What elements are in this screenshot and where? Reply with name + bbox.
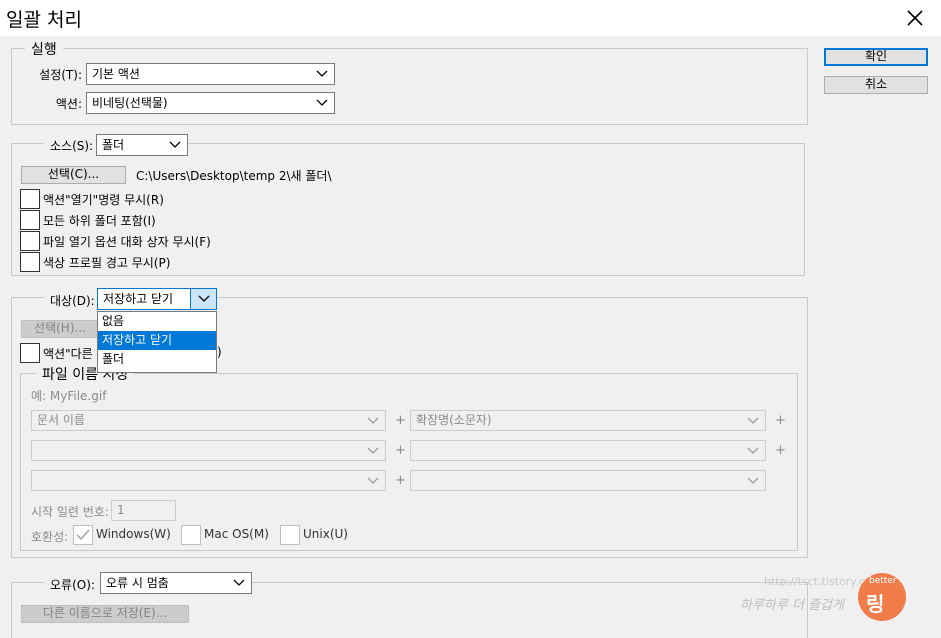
chevron-down-icon — [367, 477, 379, 484]
title-bar — [0, 0, 941, 36]
compat-mac-label: Mac OS(M) — [204, 527, 269, 541]
execute-legend: 실행 — [25, 39, 63, 59]
naming-dropdown-6[interactable] — [410, 470, 766, 491]
serial-label: 시작 일련 번호: — [31, 505, 109, 519]
suppress-color-warning-checkbox[interactable] — [20, 252, 40, 272]
ignore-open-label: 액션"열기"명령 무시(R) — [43, 193, 164, 207]
watermark-brand: better — [869, 576, 897, 586]
chevron-down-icon — [747, 417, 759, 424]
chevron-down-icon — [233, 579, 245, 586]
destination-choose-button[interactable]: 선택(H)... — [21, 320, 99, 338]
source-label: 소스(S): — [44, 137, 100, 154]
naming-dropdown-3[interactable] — [31, 440, 386, 461]
plus-sign: + — [395, 413, 406, 428]
source-choose-button[interactable]: 선택(C)... — [21, 166, 126, 184]
source-dropdown[interactable]: 폴더 — [96, 134, 188, 156]
errors-dropdown-value: 오류 시 멈춤 — [106, 576, 169, 590]
ok-button[interactable]: 확인 — [824, 48, 928, 66]
plus-sign: + — [395, 473, 406, 488]
chevron-down-icon — [747, 447, 759, 454]
dropdown-option-none[interactable]: 없음 — [98, 312, 216, 331]
action-dropdown-value: 비네팅(선택물) — [92, 96, 168, 110]
destination-dropdown-value: 저장하고 닫기 — [103, 292, 174, 306]
chevron-down-icon — [316, 70, 328, 77]
chevron-down-icon — [198, 295, 210, 302]
naming-dropdown-5[interactable] — [31, 470, 386, 491]
suppress-open-options-checkbox[interactable] — [20, 231, 40, 251]
set-dropdown[interactable]: 기본 액션 — [86, 63, 335, 85]
ignore-open-checkbox[interactable] — [20, 189, 40, 209]
chevron-down-icon — [316, 99, 328, 106]
watermark-logo-text: 링 — [866, 592, 885, 616]
override-save-checkbox[interactable] — [20, 343, 40, 363]
naming-dropdown-1[interactable]: 문서 이름 — [31, 410, 386, 431]
chevron-down-icon — [747, 477, 759, 484]
destination-label: 대상(D): — [44, 292, 101, 309]
include-subfolders-label: 모든 하위 폴더 포함(I) — [43, 214, 156, 228]
naming-dropdown-1-value: 문서 이름 — [37, 413, 85, 427]
destination-dropdown-button[interactable] — [190, 289, 216, 309]
plus-sign: + — [775, 443, 786, 458]
plus-sign: + — [395, 443, 406, 458]
chevron-down-icon — [367, 417, 379, 424]
destination-dropdown-list: 없음 저장하고 닫기 폴더 — [97, 311, 217, 373]
compat-unix-checkbox[interactable] — [280, 525, 300, 545]
include-subfolders-checkbox[interactable] — [20, 210, 40, 230]
compat-windows-checkbox[interactable] — [73, 525, 93, 545]
compat-unix-label: Unix(U) — [303, 527, 348, 541]
chevron-down-icon — [367, 447, 379, 454]
cancel-button[interactable]: 취소 — [824, 76, 928, 94]
serial-input[interactable]: 1 — [111, 500, 176, 521]
plus-sign: + — [775, 413, 786, 428]
close-icon[interactable] — [900, 3, 930, 33]
source-dropdown-value: 폴더 — [102, 138, 125, 152]
source-path: C:\Users\Desktop\temp 2\새 폴더\ — [136, 169, 332, 183]
errors-dropdown[interactable]: 오류 시 멈춤 — [100, 572, 252, 594]
save-as-button[interactable]: 다른 이름으로 저장(E)... — [21, 605, 189, 623]
naming-dropdown-2-value: 확장명(소문자) — [416, 413, 492, 427]
suppress-open-options-label: 파일 열기 옵션 대화 상자 무시(F) — [43, 235, 211, 249]
checkmark-icon — [76, 529, 90, 541]
file-naming-group — [20, 373, 798, 551]
set-dropdown-value: 기본 액션 — [92, 67, 140, 81]
compat-mac-checkbox[interactable] — [181, 525, 201, 545]
set-label: 설정(T): — [39, 68, 82, 82]
compat-label: 호환성: — [31, 530, 69, 544]
dropdown-option-folder[interactable]: 폴더 — [98, 350, 216, 369]
file-naming-example: 예: MyFile.gif — [31, 389, 107, 403]
override-save-label-end: ) — [217, 345, 222, 359]
action-dropdown[interactable]: 비네팅(선택물) — [86, 92, 335, 114]
suppress-color-warning-label: 색상 프로필 경고 무시(P) — [43, 256, 171, 270]
watermark-tagline: 하루하루 더 즐겁게 — [740, 598, 844, 613]
action-label: 액션: — [55, 97, 82, 111]
naming-dropdown-2[interactable]: 확장명(소문자) — [410, 410, 766, 431]
chevron-down-icon — [169, 141, 181, 148]
compat-windows-label: Windows(W) — [96, 527, 171, 541]
naming-dropdown-4[interactable] — [410, 440, 766, 461]
dropdown-option-save-close[interactable]: 저장하고 닫기 — [98, 331, 216, 350]
errors-label: 오류(O): — [44, 576, 101, 593]
window-title: 일괄 처리 — [6, 9, 82, 31]
